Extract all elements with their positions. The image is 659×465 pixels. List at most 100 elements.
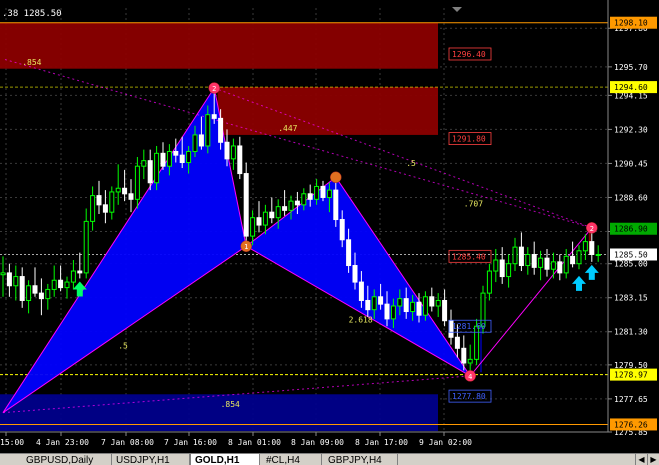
candle-body — [77, 270, 83, 274]
price-tick-label: 1283.15 — [614, 294, 648, 303]
candle-body — [51, 279, 57, 290]
candle-body — [352, 265, 358, 283]
candle-body — [186, 150, 192, 164]
tab-gbpjpy-h4[interactable]: GBPJPY,H4 — [324, 454, 398, 465]
candle-body — [147, 160, 153, 184]
price-label-text: 1276.26 — [614, 420, 648, 429]
candle-body — [582, 241, 588, 252]
candle-body — [282, 206, 288, 211]
scroll-right-icon[interactable]: ▶ — [647, 454, 659, 465]
candle-body — [90, 195, 96, 222]
candle-body — [333, 189, 339, 221]
candle-body — [570, 255, 576, 265]
candle-body — [173, 150, 179, 156]
time-tick-label: 8 Jan 17:00 — [355, 438, 408, 447]
candle-body — [307, 193, 313, 200]
fib-label: .5 — [406, 159, 416, 168]
candle-body — [301, 193, 307, 206]
zone-label-text: 1281.60 — [452, 322, 486, 331]
candle-body — [442, 299, 448, 322]
candle-body — [26, 285, 32, 301]
candle-body — [544, 257, 550, 270]
candle-body — [429, 296, 435, 307]
candle-body — [262, 211, 268, 226]
candle-body — [256, 217, 262, 226]
candle-body — [461, 347, 467, 364]
candle-body — [416, 301, 422, 316]
candle-body — [358, 281, 364, 301]
chart-window[interactable]: 2 1 4 2 .854 .447 .5 .707 2.618 .5 .854 1296.40 1291… — [0, 0, 659, 465]
price-tick-label: 1292.30 — [614, 125, 648, 134]
price-label-text: 1286.90 — [614, 225, 648, 234]
candle-body — [179, 154, 185, 164]
price-tick-label: 1295.70 — [614, 63, 648, 72]
chart-tabbar: GBPUSD,Daily USDJPY,H1 GOLD,H1 #CL,H4 GBPJPY… — [0, 453, 659, 465]
candle-body — [243, 173, 249, 237]
candle-body — [512, 246, 518, 265]
zone-label-text: 1291.80 — [452, 135, 486, 144]
candle-body — [109, 191, 115, 213]
time-tick-label: 15:00 — [0, 438, 24, 447]
scroll-left-icon[interactable]: ◀ — [635, 454, 647, 465]
time-tick-label: 9 Jan 02:00 — [419, 438, 472, 447]
candle-body — [13, 276, 19, 287]
candle-body — [211, 114, 217, 119]
candle-body — [326, 189, 332, 198]
chart-canvas[interactable]: 2 1 4 2 .854 .447 .5 .707 2.618 .5 .854 1296.40 1291… — [0, 0, 659, 453]
tab-gold-h1[interactable]: GOLD,H1 — [190, 454, 260, 465]
tab--cl-h4[interactable]: #CL,H4 — [262, 454, 322, 465]
price-tick-label: 1279.50 — [614, 361, 648, 370]
candle-body — [339, 219, 345, 241]
candle-body — [115, 187, 121, 193]
tab-gbpusd-daily[interactable]: GBPUSD,Daily — [22, 454, 112, 465]
candle-body — [32, 285, 38, 294]
candle-body — [410, 301, 416, 313]
fib-label: 2.618 — [349, 316, 373, 325]
candle-body — [320, 185, 326, 198]
candle-body — [294, 200, 300, 206]
candle-body — [64, 281, 70, 289]
fib-label: .447 — [278, 124, 297, 133]
price-label-text: 1285.50 — [614, 250, 648, 259]
fib-label: .854 — [22, 58, 41, 67]
candle-body — [454, 336, 460, 349]
candle-body — [384, 303, 390, 320]
candle-body — [390, 305, 396, 320]
candle-body — [230, 145, 236, 160]
up-arrow-icon — [584, 264, 599, 280]
candle-body — [128, 193, 134, 200]
price-tick-label: 1277.65 — [614, 395, 648, 404]
pattern-point-label: 4 — [468, 373, 472, 381]
candle-body — [378, 296, 384, 305]
candle-body — [531, 253, 537, 268]
candle-body — [269, 211, 275, 219]
price-tick-label: 1281.30 — [614, 328, 648, 337]
candle-body — [397, 298, 403, 307]
pattern-point-label: 2 — [590, 225, 594, 233]
candle-body — [467, 358, 473, 364]
candle-body — [506, 263, 512, 278]
candle-body — [550, 261, 556, 270]
candle-body — [192, 134, 198, 152]
candle-body — [435, 299, 441, 307]
price-tick-label: 1285.00 — [614, 260, 648, 269]
candle-body — [314, 185, 320, 200]
candle-body — [493, 259, 499, 272]
pattern-point-label: 1 — [244, 243, 248, 251]
candle-body — [576, 250, 582, 265]
candle-body — [250, 217, 256, 237]
price-tick-label: 1290.45 — [614, 159, 648, 168]
candle-body — [218, 117, 224, 143]
price-label-text: 1294.60 — [614, 83, 648, 92]
zone-label-text: 1296.40 — [452, 50, 486, 59]
triangle-down-icon — [452, 7, 462, 12]
candle-body — [525, 253, 531, 267]
zone-rect — [217, 87, 438, 135]
tab-usdjpy-h1[interactable]: USDJPY,H1 — [112, 454, 190, 465]
candle-body — [96, 195, 102, 206]
candle-body — [486, 270, 492, 294]
candle-body — [589, 241, 595, 255]
up-arrow-icon — [572, 275, 586, 291]
candle-body — [166, 150, 172, 167]
candle-body — [365, 299, 371, 311]
